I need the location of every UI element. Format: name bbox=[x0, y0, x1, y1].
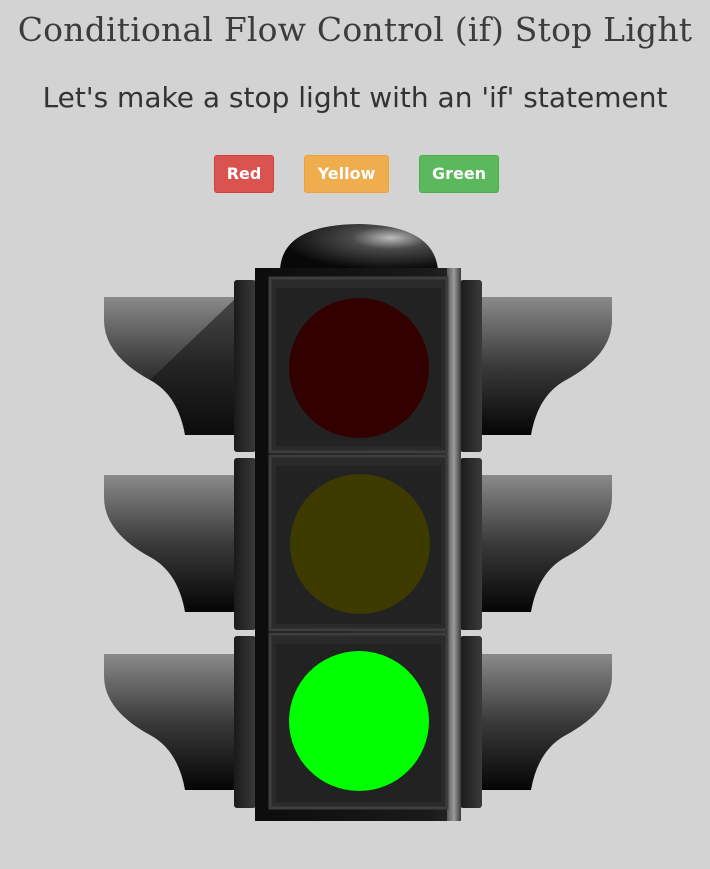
left-visor-middle bbox=[104, 475, 237, 612]
light-dome bbox=[280, 224, 438, 270]
housing-right-strip bbox=[447, 268, 461, 821]
traffic-light bbox=[104, 224, 612, 821]
right-visor-top bbox=[478, 297, 612, 435]
right-visors bbox=[478, 297, 612, 790]
green-lamp bbox=[289, 651, 429, 791]
yellow-lamp bbox=[290, 474, 430, 614]
right-visor-bottom bbox=[478, 654, 612, 790]
red-lamp bbox=[289, 298, 429, 438]
left-visor-bottom bbox=[104, 654, 237, 790]
right-visor-middle bbox=[478, 475, 612, 612]
left-visors bbox=[104, 297, 237, 790]
